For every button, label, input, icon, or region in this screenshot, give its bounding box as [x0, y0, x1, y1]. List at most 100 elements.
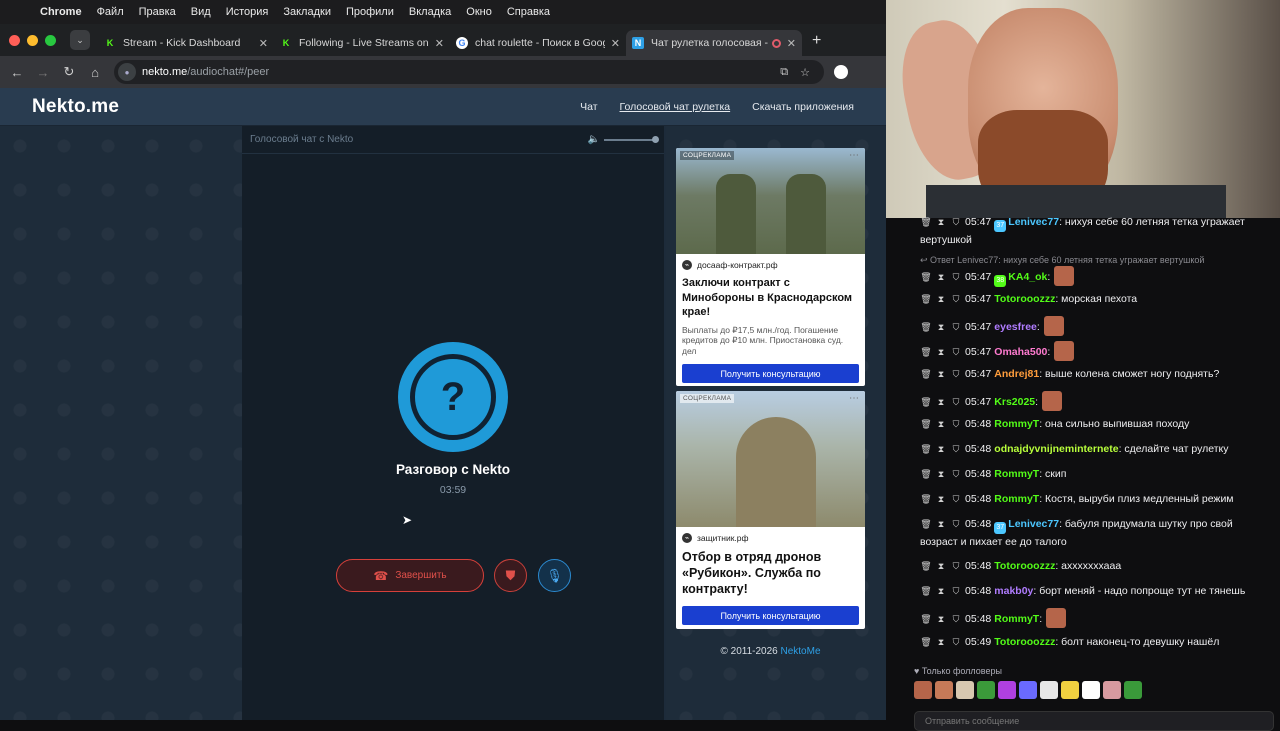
tab-kick-dashboard[interactable]: K Stream - Kick Dashboard ✕ [98, 30, 274, 56]
mod-shield-icon[interactable]: ⛉ [950, 291, 962, 307]
timeout-hourglass-icon[interactable]: ⧗ [935, 319, 947, 335]
pin-icon[interactable]: 🗑 [920, 319, 932, 335]
ad-source-domain[interactable]: защитник.рф [697, 533, 749, 543]
emote-icon[interactable] [935, 681, 953, 699]
pin-icon[interactable]: 🗑 [920, 558, 932, 574]
cast-icon[interactable]: ⧉ [780, 66, 788, 79]
chat-username[interactable]: RommyT [994, 493, 1039, 505]
menu-window[interactable]: Окно [466, 6, 492, 18]
forward-arrow-icon[interactable]: → [30, 65, 56, 80]
emote-icon[interactable] [1124, 681, 1142, 699]
mod-shield-icon[interactable]: ⛉ [950, 366, 962, 382]
bookmark-star-icon[interactable]: ☆ [800, 66, 810, 79]
timeout-hourglass-icon[interactable]: ⧗ [935, 516, 947, 532]
pin-icon[interactable]: 🗑 [920, 634, 932, 650]
timeout-hourglass-icon[interactable]: ⧗ [935, 634, 947, 650]
pin-icon[interactable]: 🗑 [920, 611, 932, 627]
mod-shield-icon[interactable]: ⛉ [950, 491, 962, 507]
timeout-hourglass-icon[interactable]: ⧗ [935, 558, 947, 574]
minimize-window-button[interactable] [27, 34, 38, 46]
volume-slider-knob[interactable] [652, 135, 659, 143]
nav-download-apps-link[interactable]: Скачать приложения [752, 101, 854, 113]
chat-username[interactable]: RommyT [994, 418, 1039, 430]
pin-icon[interactable]: 🗑 [920, 441, 932, 457]
volume-control[interactable]: 🔈 [588, 134, 659, 145]
menu-app-chrome[interactable]: Chrome [40, 6, 82, 18]
back-arrow-icon[interactable]: ← [4, 65, 30, 80]
tab-kick-following[interactable]: K Following - Live Streams on K ✕ [274, 30, 450, 56]
nav-voice-chat-link[interactable]: Голосовой чат рулетка [620, 101, 731, 113]
chat-username[interactable]: Totorooozzz [994, 636, 1055, 648]
chat-username[interactable]: eyesfree [994, 321, 1037, 333]
ad-menu-icon[interactable]: ⋯ [849, 150, 859, 161]
nav-chat-link[interactable]: Чат [580, 101, 597, 113]
timeout-hourglass-icon[interactable]: ⧗ [935, 583, 947, 599]
timeout-hourglass-icon[interactable]: ⧗ [935, 491, 947, 507]
ad-cta-button[interactable]: Получить консультацию [682, 364, 859, 383]
mod-shield-icon[interactable]: ⛉ [950, 344, 962, 360]
microphone-button[interactable]: 🎙 [538, 559, 571, 592]
end-call-button[interactable]: ☎ Завершить [336, 559, 484, 592]
chat-username[interactable]: Andrej81 [994, 368, 1039, 380]
mod-shield-icon[interactable]: ⛉ [950, 558, 962, 574]
profile-avatar-icon[interactable] [834, 65, 848, 79]
ad-menu-icon[interactable]: ⋯ [849, 393, 859, 404]
pin-icon[interactable]: 🗑 [920, 416, 932, 432]
chat-username[interactable]: KA4_ok [1008, 271, 1047, 283]
mod-shield-icon[interactable]: ⛉ [950, 611, 962, 627]
pin-icon[interactable]: 🗑 [920, 394, 932, 410]
timeout-hourglass-icon[interactable]: ⧗ [935, 394, 947, 410]
chat-username[interactable]: Lenivec77 [1008, 518, 1059, 530]
menu-edit[interactable]: Правка [139, 6, 176, 18]
report-shield-button[interactable]: ⛊ [494, 559, 527, 592]
tab-google-search[interactable]: G chat roulette - Поиск в Goog ✕ [450, 30, 626, 56]
tab-nekto-voice-chat[interactable]: N Чат рулетка голосовая - ✕ [626, 30, 802, 56]
site-logo[interactable]: Nekto.me [32, 96, 119, 118]
copyright-brand-link[interactable]: NektoMe [781, 646, 821, 657]
emote-icon[interactable] [1040, 681, 1058, 699]
chat-username[interactable]: odnajdyvnijneminternete [994, 443, 1118, 455]
mod-shield-icon[interactable]: ⛉ [950, 441, 962, 457]
chat-username[interactable]: Totorooozzz [994, 293, 1055, 305]
chat-message-input[interactable]: Отправить сообщение [914, 711, 1274, 731]
menu-profiles[interactable]: Профили [346, 6, 394, 18]
emote-icon[interactable] [1061, 681, 1079, 699]
timeout-hourglass-icon[interactable]: ⧗ [935, 466, 947, 482]
menu-history[interactable]: История [226, 6, 269, 18]
ad-banner-drones[interactable]: СОЦРЕКЛАМА ⋯ ⌁ защитник.рф Отбор в отряд… [676, 391, 865, 629]
pin-icon[interactable]: 🗑 [920, 491, 932, 507]
new-tab-plus-icon[interactable]: + [812, 32, 821, 50]
emote-icon[interactable] [977, 681, 995, 699]
mod-shield-icon[interactable]: ⛉ [950, 466, 962, 482]
timeout-hourglass-icon[interactable]: ⧗ [935, 291, 947, 307]
chat-username[interactable]: RommyT [994, 468, 1039, 480]
menu-help[interactable]: Справка [507, 6, 550, 18]
mod-shield-icon[interactable]: ⛉ [950, 394, 962, 410]
pin-icon[interactable]: 🗑 [920, 466, 932, 482]
emote-icon[interactable] [914, 681, 932, 699]
pin-icon[interactable]: 🗑 [920, 344, 932, 360]
chat-username[interactable]: makb0y [994, 585, 1033, 597]
timeout-hourglass-icon[interactable]: ⧗ [935, 366, 947, 382]
menu-bookmarks[interactable]: Закладки [283, 6, 331, 18]
chat-username[interactable]: RommyT [994, 613, 1039, 625]
site-info-icon[interactable]: ● [118, 63, 136, 81]
tab-close-icon[interactable]: ✕ [787, 37, 796, 50]
ad-banner-contract[interactable]: СОЦРЕКЛАМА ⋯ ⌁ досааф-контракт.рф Заключ… [676, 148, 865, 386]
timeout-hourglass-icon[interactable]: ⧗ [935, 269, 947, 285]
menu-file[interactable]: Файл [97, 6, 124, 18]
timeout-hourglass-icon[interactable]: ⧗ [935, 441, 947, 457]
ad-source-domain[interactable]: досааф-контракт.рф [697, 260, 778, 270]
mod-shield-icon[interactable]: ⛉ [950, 269, 962, 285]
timeout-hourglass-icon[interactable]: ⧗ [935, 344, 947, 360]
pin-icon[interactable]: 🗑 [920, 583, 932, 599]
ad-cta-button[interactable]: Получить консультацию [682, 606, 859, 625]
chat-username[interactable]: Krs2025 [994, 396, 1035, 408]
chat-username[interactable]: Lenivec77 [1008, 216, 1059, 228]
pin-icon[interactable]: 🗑 [920, 291, 932, 307]
mod-shield-icon[interactable]: ⛉ [950, 416, 962, 432]
emote-icon[interactable] [1103, 681, 1121, 699]
menu-tab[interactable]: Вкладка [409, 6, 451, 18]
tab-close-icon[interactable]: ✕ [611, 37, 620, 50]
volume-slider[interactable] [604, 135, 659, 143]
